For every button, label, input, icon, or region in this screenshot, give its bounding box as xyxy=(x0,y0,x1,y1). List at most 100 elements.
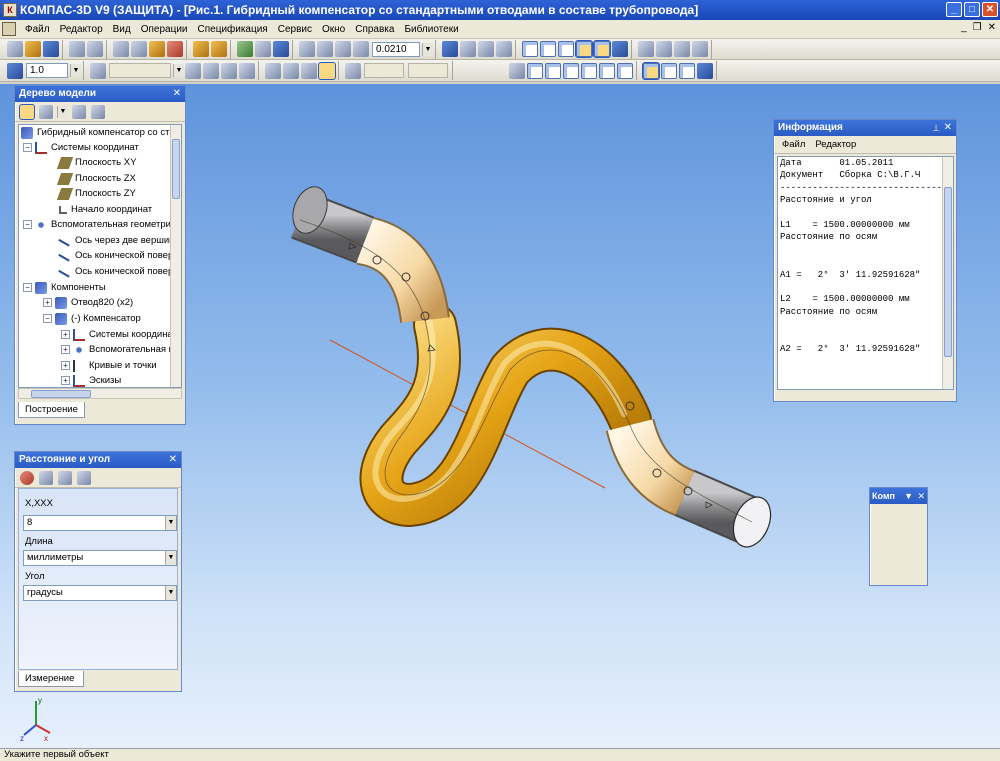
menu-specification[interactable]: Спецификация xyxy=(193,24,273,35)
chevron-down-icon[interactable]: ▼ xyxy=(904,488,913,504)
tree-item-sketches[interactable]: + Эскизы xyxy=(61,373,121,387)
menu-view[interactable]: Вид xyxy=(108,24,136,35)
view-front-icon[interactable] xyxy=(527,62,543,79)
view-right-icon[interactable] xyxy=(581,62,597,79)
grid-icon[interactable] xyxy=(265,62,281,79)
view-arrow-icon[interactable] xyxy=(509,62,525,79)
menu-service[interactable]: Сервис xyxy=(273,24,317,35)
expand-icon[interactable]: + xyxy=(43,298,52,307)
menu-operations[interactable]: Операции xyxy=(136,24,193,35)
expand-icon[interactable]: + xyxy=(61,361,70,370)
step-dropdown-icon[interactable]: ▼ xyxy=(70,64,81,77)
tree-item-coord-systems[interactable]: − Системы координат xyxy=(23,140,139,155)
tree-item-plane-zy[interactable]: Плоскость ZY xyxy=(56,186,136,201)
info-vertical-scrollbar[interactable] xyxy=(942,157,953,389)
view-top-icon[interactable] xyxy=(599,62,615,79)
collapse-icon[interactable]: − xyxy=(23,220,32,229)
curves-icon[interactable] xyxy=(886,506,898,518)
tree-item-compensator[interactable]: − (-) Компенсатор xyxy=(43,311,141,326)
info-menu-editor[interactable]: Редактор xyxy=(815,139,856,150)
open-file-icon[interactable] xyxy=(25,41,41,57)
rotate-icon[interactable] xyxy=(496,41,512,57)
view-bottom-icon[interactable] xyxy=(617,62,633,79)
tool-icon-3[interactable] xyxy=(674,41,690,57)
distance-icon[interactable] xyxy=(873,538,885,550)
ortho-icon[interactable] xyxy=(301,62,317,79)
menu-editor[interactable]: Редактор xyxy=(55,24,108,35)
orientation-icon[interactable] xyxy=(442,41,458,57)
cut-icon[interactable] xyxy=(113,41,129,57)
hidden-lines-icon[interactable] xyxy=(540,41,556,57)
check-icon[interactable] xyxy=(886,554,898,566)
wizard-icon[interactable] xyxy=(899,554,911,566)
close-icon[interactable]: ✕ xyxy=(169,452,177,468)
help-icon[interactable] xyxy=(77,470,91,485)
object-snap-icon[interactable] xyxy=(318,61,336,80)
shaded-icon[interactable] xyxy=(575,40,593,58)
wireframe-icon[interactable] xyxy=(522,41,538,57)
chevron-down-icon[interactable]: ▼ xyxy=(165,516,176,530)
expand-icon[interactable]: + xyxy=(61,330,70,339)
tree-item-components[interactable]: − Компоненты xyxy=(23,280,106,295)
close-button[interactable]: ✕ xyxy=(982,2,998,17)
save-icon[interactable] xyxy=(43,41,59,57)
zoom-out-icon[interactable] xyxy=(335,41,351,57)
collapse-icon[interactable]: − xyxy=(23,283,32,292)
tree-dropdown-icon[interactable]: ▼ xyxy=(57,105,68,118)
tree-item-plane-xy[interactable]: Плоскость XY xyxy=(56,155,136,170)
tree-mode-icon[interactable] xyxy=(19,103,35,120)
copy-icon[interactable] xyxy=(131,41,147,57)
collapse-icon[interactable]: − xyxy=(43,314,52,323)
tool-icon-4[interactable] xyxy=(692,41,708,57)
zoom-scale-icon[interactable] xyxy=(353,41,369,57)
doc-minimize-button[interactable]: _ xyxy=(961,22,967,33)
tree-item-sub-coord[interactable]: + Системы координа xyxy=(61,327,173,342)
doc-restore-button[interactable]: ❐ xyxy=(973,22,982,33)
tree-structure-icon[interactable] xyxy=(39,104,53,119)
menu-file[interactable]: Файл xyxy=(20,24,55,35)
menu-window[interactable]: Окно xyxy=(317,24,350,35)
paste-icon[interactable] xyxy=(149,41,165,57)
measure-icon[interactable] xyxy=(886,522,898,534)
perspective-icon[interactable] xyxy=(612,41,628,57)
tree-option-icon-2[interactable] xyxy=(91,104,105,119)
tool-icon-1[interactable] xyxy=(638,41,654,57)
thin-lines-icon[interactable] xyxy=(558,41,574,57)
shaded-edges-icon[interactable] xyxy=(593,40,611,58)
edit-part-icon[interactable] xyxy=(873,506,885,518)
chevron-down-icon[interactable]: ▼ xyxy=(165,586,176,600)
document-icon[interactable] xyxy=(2,22,16,36)
area-icon[interactable] xyxy=(886,538,898,550)
view-trimetric-icon[interactable] xyxy=(679,62,695,79)
tab-measure[interactable]: Измерение xyxy=(18,671,84,687)
tree-vertical-scrollbar[interactable] xyxy=(170,125,181,387)
angle-units-select[interactable]: градусы ▼ xyxy=(23,585,177,601)
info-menu-file[interactable]: Файл xyxy=(782,139,805,150)
menu-help[interactable]: Справка xyxy=(350,24,399,35)
view-back-icon[interactable] xyxy=(545,62,561,79)
view-normal-icon[interactable] xyxy=(697,62,713,79)
undo-icon[interactable] xyxy=(193,41,209,57)
tree-item-plane-zx[interactable]: Плоскость ZX xyxy=(56,171,136,186)
view-dimetric-icon[interactable] xyxy=(661,62,677,79)
zoom-window-icon[interactable] xyxy=(317,41,333,57)
menu-libraries[interactable]: Библиотеки xyxy=(399,24,463,35)
tree-item-aux-geometry[interactable]: − Вспомогательная геометри xyxy=(23,217,171,232)
zoom-in-icon[interactable] xyxy=(299,41,315,57)
tree-item-axis-1[interactable]: Ось через две вершин xyxy=(58,233,174,248)
tree-horizontal-scrollbar[interactable] xyxy=(18,388,182,399)
expand-icon[interactable]: + xyxy=(61,376,70,385)
tree-item-elbow[interactable]: + Отвод820 (x2) xyxy=(43,295,133,310)
library-manager-icon[interactable] xyxy=(237,41,253,57)
tree-item-axis-2[interactable]: Ось конической повер xyxy=(58,248,173,263)
tree-item-axis-3[interactable]: Ось конической повер xyxy=(58,264,173,279)
tool-icon-2[interactable] xyxy=(656,41,672,57)
report-icon[interactable] xyxy=(873,554,885,566)
mates-icon[interactable] xyxy=(873,522,885,534)
collapse-icon[interactable]: − xyxy=(23,143,32,152)
surface-icon[interactable] xyxy=(899,506,911,518)
spatial-icon[interactable] xyxy=(912,506,924,518)
close-icon[interactable]: ✕ xyxy=(944,120,952,136)
new-file-icon[interactable] xyxy=(7,41,23,57)
close-icon[interactable]: ✕ xyxy=(173,86,181,102)
